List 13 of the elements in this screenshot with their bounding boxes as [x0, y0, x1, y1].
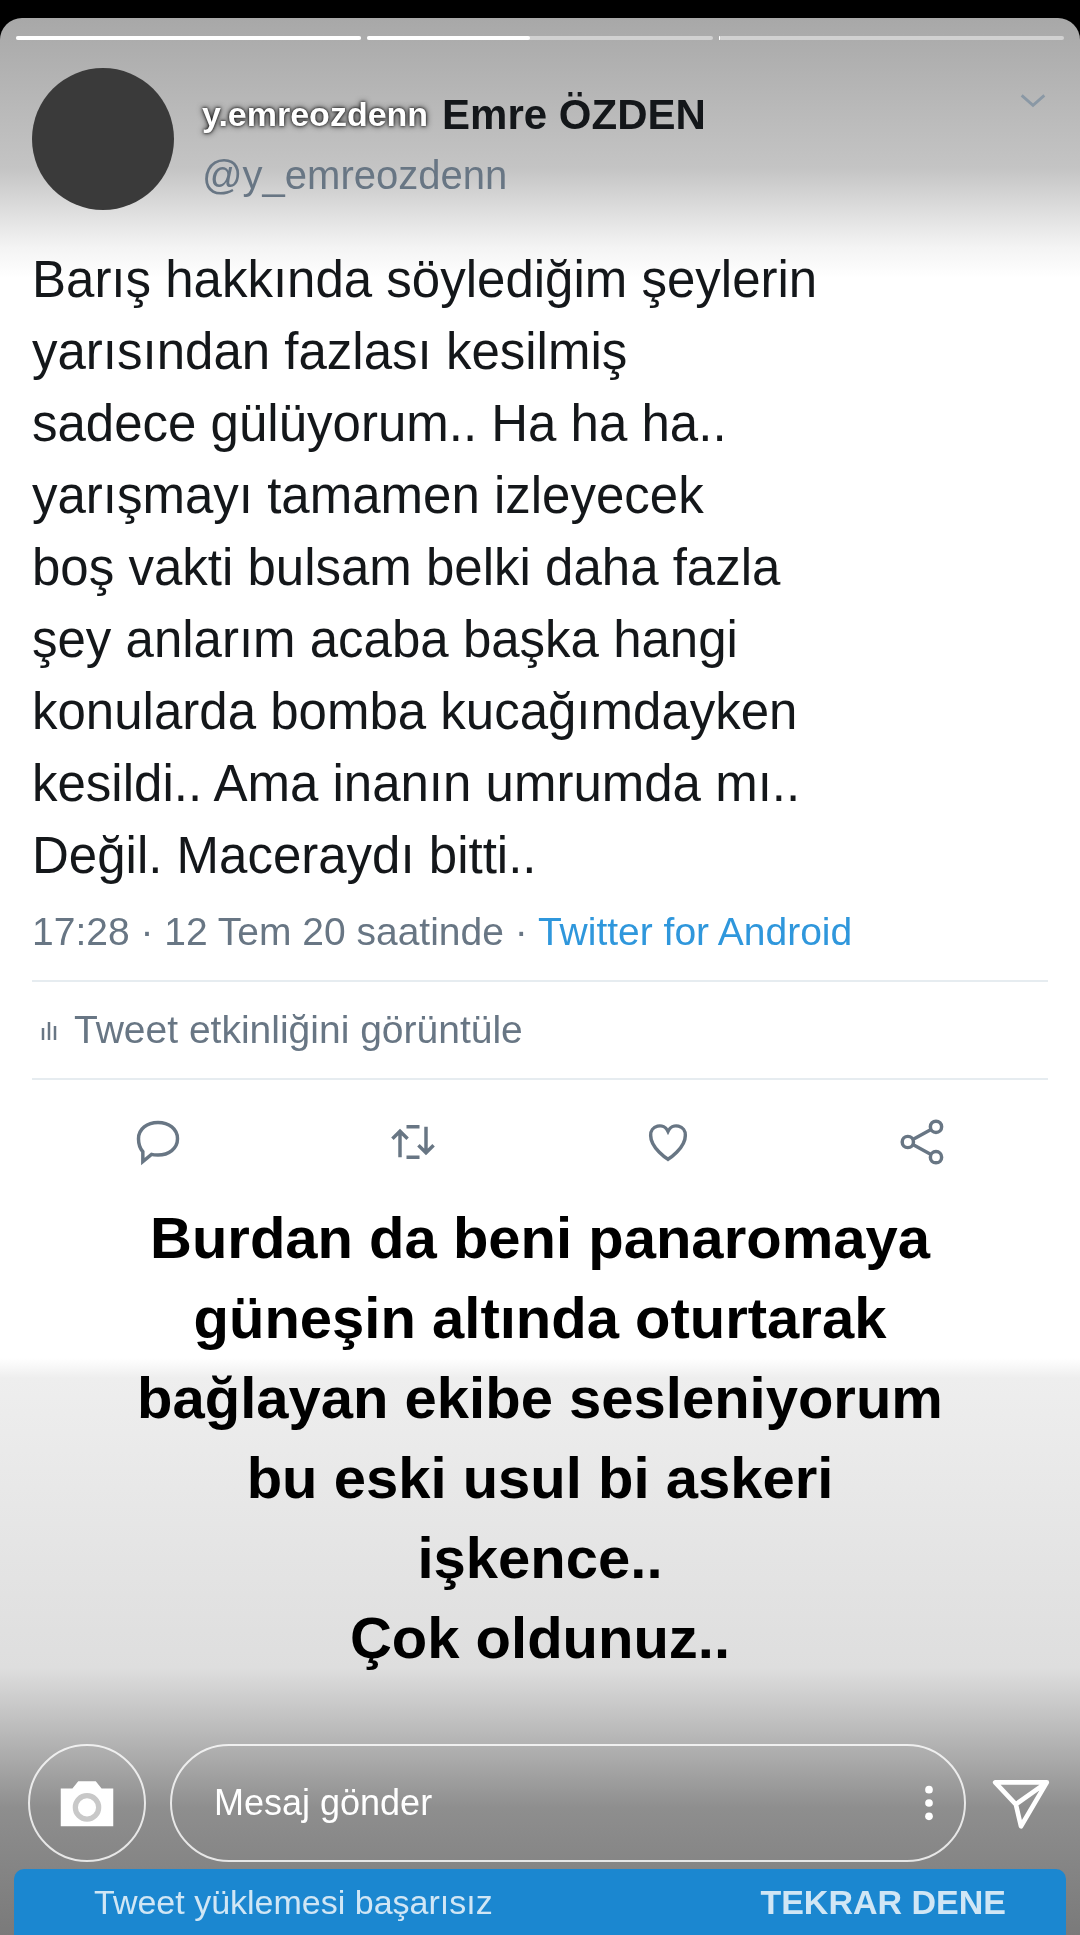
story-username[interactable]: y.emreozdenn — [202, 95, 429, 134]
error-message: Tweet yüklemesi başarısız — [94, 1882, 493, 1922]
display-name: Emre ÖZDEN — [442, 90, 706, 139]
camera-button[interactable] — [28, 1744, 146, 1862]
user-handle: @y_emreozdenn — [202, 152, 509, 198]
tweet-text: Barış hakkında söylediğim şeylerin yarısından fazlası kesilmiş sadece gülüyorum.. Ha ha ha.. yarışmayı tamamen izleyecek boş vakti bulsam belki daha fazla şey anlarım acaba başka hangi konularda bomba kucağımdayken kesildi.. Ama inanın umrumda mı.. Değil. Maceraydı bitti.. — [32, 250, 819, 886]
tweet-source-link[interactable]: Twitter for Android — [537, 910, 853, 953]
tweet-timestamp: 17:28 · 12 Tem 20 saatinde · — [32, 910, 529, 953]
retry-button[interactable]: TEKRAR DENE — [760, 1882, 1006, 1922]
message-input[interactable]: Mesaj gönder — [212, 1781, 924, 1825]
message-field[interactable]: Mesaj gönder — [170, 1744, 966, 1862]
tweet-activity-link[interactable]: Tweet etkinliğini görüntüle — [74, 1008, 523, 1052]
story-caption: Burdan da beni panaromaya güneşin altında oturtarak bağlayan ekibe sesleniyorum bu eski usul bi askeri işkence.. Çok oldunuz.. — [136, 1204, 944, 1672]
